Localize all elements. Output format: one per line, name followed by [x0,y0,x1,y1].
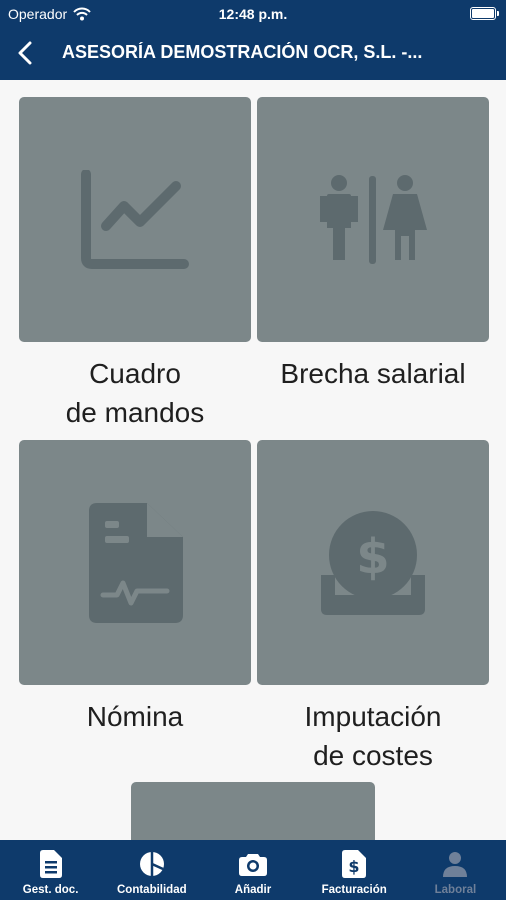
svg-text:$: $ [349,857,360,876]
back-button[interactable] [10,38,40,68]
tab-label: Laboral [434,884,477,896]
tab-label: Facturación [321,884,387,896]
card-cuadro-de-mandos[interactable]: Cuadro de mandos [19,97,251,432]
card-partial[interactable] [131,782,375,840]
tab-label: Añadir [234,884,272,896]
tab-gest-doc[interactable]: Gest. doc. [0,840,101,900]
card-tile [257,97,489,342]
card-tile [19,440,251,685]
chart-line-icon [81,169,189,269]
nav-row: ASESORÍA DEMOSTRACIÓN OCR, S.L. -... [0,30,506,76]
card-tile: $ [257,440,489,685]
module-grid: Cuadro de mandos Brecha salarial Nómina … [0,80,506,840]
document-icon [39,850,62,878]
bottom-tab-bar: Gest. doc. Contabilidad Añadir $ Factura… [0,840,506,900]
chevron-left-icon [18,41,32,65]
tab-anadir[interactable]: Añadir [202,840,303,900]
card-tile [19,97,251,342]
top-bar: Operador 12:48 p.m. ASESORÍA DEMOSTRACIÓ… [0,0,506,80]
camera-icon [239,854,267,876]
tab-laboral[interactable]: Laboral [405,840,506,900]
battery-icon [470,7,499,20]
gender-gap-icon [320,174,427,264]
card-label: Cuadro de mandos [65,358,205,428]
payslip-document-icon [89,502,183,623]
invoice-icon: $ [342,850,367,878]
card-brecha-salarial[interactable]: Brecha salarial [257,97,489,393]
status-bar: Operador 12:48 p.m. [0,0,506,28]
tab-contabilidad[interactable]: Contabilidad [101,840,202,900]
svg-text:$: $ [356,529,389,585]
tab-label: Gest. doc. [22,884,79,896]
tab-facturacion[interactable]: $ Facturación [304,840,405,900]
card-imputacion-de-costes[interactable]: $ Imputación de costes [257,440,489,775]
card-nomina[interactable]: Nómina [19,440,251,736]
pie-chart-icon [139,852,164,876]
card-label: Brecha salarial [280,358,466,389]
person-icon [443,852,468,877]
tab-label: Contabilidad [116,884,187,896]
card-label: Imputación de costes [304,701,442,771]
status-time: 12:48 p.m. [218,6,288,22]
page-title: ASESORÍA DEMOSTRACIÓN OCR, S.L. -... [62,42,423,62]
card-label: Nómina [86,701,184,732]
dollar-coin-icon: $ [321,510,425,615]
